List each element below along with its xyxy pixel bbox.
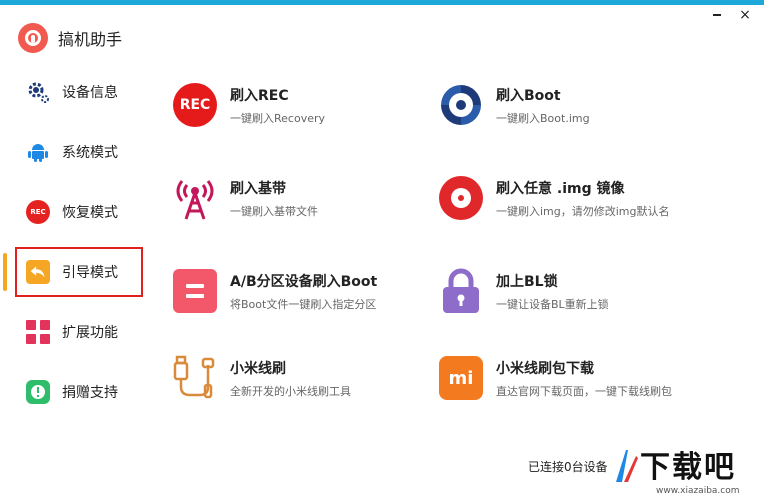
card-subtitle: 将Boot文件一键刷入指定分区 <box>230 297 377 311</box>
card-subtitle: 一键让设备BL重新上锁 <box>496 297 609 311</box>
sidebar-item-system-mode[interactable]: 系统模式 <box>0 122 150 182</box>
lock-icon <box>438 268 484 314</box>
sidebar-item-donate[interactable]: 捐赠支持 <box>0 362 150 422</box>
gear-icon <box>26 80 50 104</box>
card-mi-flash-package-download[interactable]: mi 小米线刷包下载 直达官网下载页面，一键下载线刷包 <box>438 353 698 403</box>
sidebar-item-label: 捐赠支持 <box>62 385 118 401</box>
mi-logo-text: mi <box>439 356 483 400</box>
app-title: 搞机助手 <box>58 30 123 49</box>
sidebar-item-bootloader-mode[interactable]: 引导模式 <box>0 242 150 302</box>
antenna-icon <box>172 175 218 221</box>
card-flash-img[interactable]: 刷入任意 .img 镜像 一键刷入img，请勿修改img默认名 <box>438 173 698 223</box>
card-title: A/B分区设备刷入Boot <box>230 273 378 290</box>
card-title: 刷入基带 <box>230 180 286 197</box>
rec-icon-text: REC <box>26 200 50 224</box>
sidebar-item-extensions[interactable]: 扩展功能 <box>0 302 150 362</box>
sidebar: 设备信息 系统模式 REC 恢复模式 引导模式 扩展功能 捐赠支持 <box>0 62 150 422</box>
window-controls: × <box>710 8 752 22</box>
card-title: 小米线刷 <box>230 360 286 377</box>
card-mi-flash[interactable]: 小米线刷 全新开发的小米线刷工具 <box>172 353 432 403</box>
watermark-logo-icon <box>616 450 638 482</box>
sidebar-item-label: 系统模式 <box>62 145 118 161</box>
sidebar-item-label: 扩展功能 <box>62 325 118 341</box>
grid-icon <box>26 320 50 344</box>
watermark-url: www.xiazaiba.com <box>656 486 740 496</box>
card-title: 刷入任意 .img 镜像 <box>496 180 625 197</box>
mi-logo-icon: mi <box>438 355 484 401</box>
disc-icon <box>438 175 484 221</box>
card-subtitle: 直达官网下载页面，一键下载线刷包 <box>496 384 672 398</box>
app-logo-icon <box>18 23 48 53</box>
card-subtitle: 一键刷入基带文件 <box>230 204 318 218</box>
card-flash-rec[interactable]: REC 刷入REC 一键刷入Recovery <box>172 80 432 130</box>
sidebar-item-label: 恢复模式 <box>62 205 118 221</box>
rec-icon: REC <box>172 82 218 128</box>
card-flash-boot[interactable]: 刷入Boot 一键刷入Boot.img <box>438 80 698 130</box>
minimize-button[interactable] <box>710 8 724 22</box>
back-arrow-icon <box>26 260 50 284</box>
card-subtitle: 全新开发的小米线刷工具 <box>230 384 351 398</box>
rec-icon: REC <box>26 200 50 224</box>
card-subtitle: 一键刷入img，请勿修改img默认名 <box>496 204 670 218</box>
usb-cable-icon <box>172 355 218 401</box>
rec-icon-text: REC <box>173 83 217 127</box>
top-accent-bar <box>0 0 764 5</box>
android-icon <box>26 140 50 164</box>
card-flash-baseband[interactable]: 刷入基带 一键刷入基带文件 <box>172 173 432 223</box>
card-subtitle: 一键刷入Boot.img <box>496 111 590 125</box>
donate-icon <box>26 380 50 404</box>
watermark: 下载吧 www.xiazaiba.com <box>610 440 764 500</box>
sidebar-item-device-info[interactable]: 设备信息 <box>0 62 150 122</box>
card-title: 加上BL锁 <box>496 273 558 290</box>
card-subtitle: 一键刷入Recovery <box>230 111 326 125</box>
card-title: 刷入Boot <box>496 87 561 104</box>
card-ab-partition-boot[interactable]: A/B分区设备刷入Boot 将Boot文件一键刷入指定分区 <box>172 266 432 316</box>
ab-partition-icon <box>172 268 218 314</box>
connection-status: 已连接0台设备 <box>528 460 608 474</box>
close-button[interactable]: × <box>738 8 752 22</box>
card-title: 小米线刷包下载 <box>496 360 594 377</box>
card-title: 刷入REC <box>230 87 289 104</box>
boot-icon <box>438 82 484 128</box>
card-bl-lock[interactable]: 加上BL锁 一键让设备BL重新上锁 <box>438 266 698 316</box>
active-indicator <box>3 253 7 291</box>
app-header: 搞机助手 <box>18 22 122 54</box>
sidebar-item-recovery-mode[interactable]: REC 恢复模式 <box>0 182 150 242</box>
sidebar-item-label: 设备信息 <box>62 85 118 101</box>
watermark-text: 下载吧 <box>640 450 736 485</box>
